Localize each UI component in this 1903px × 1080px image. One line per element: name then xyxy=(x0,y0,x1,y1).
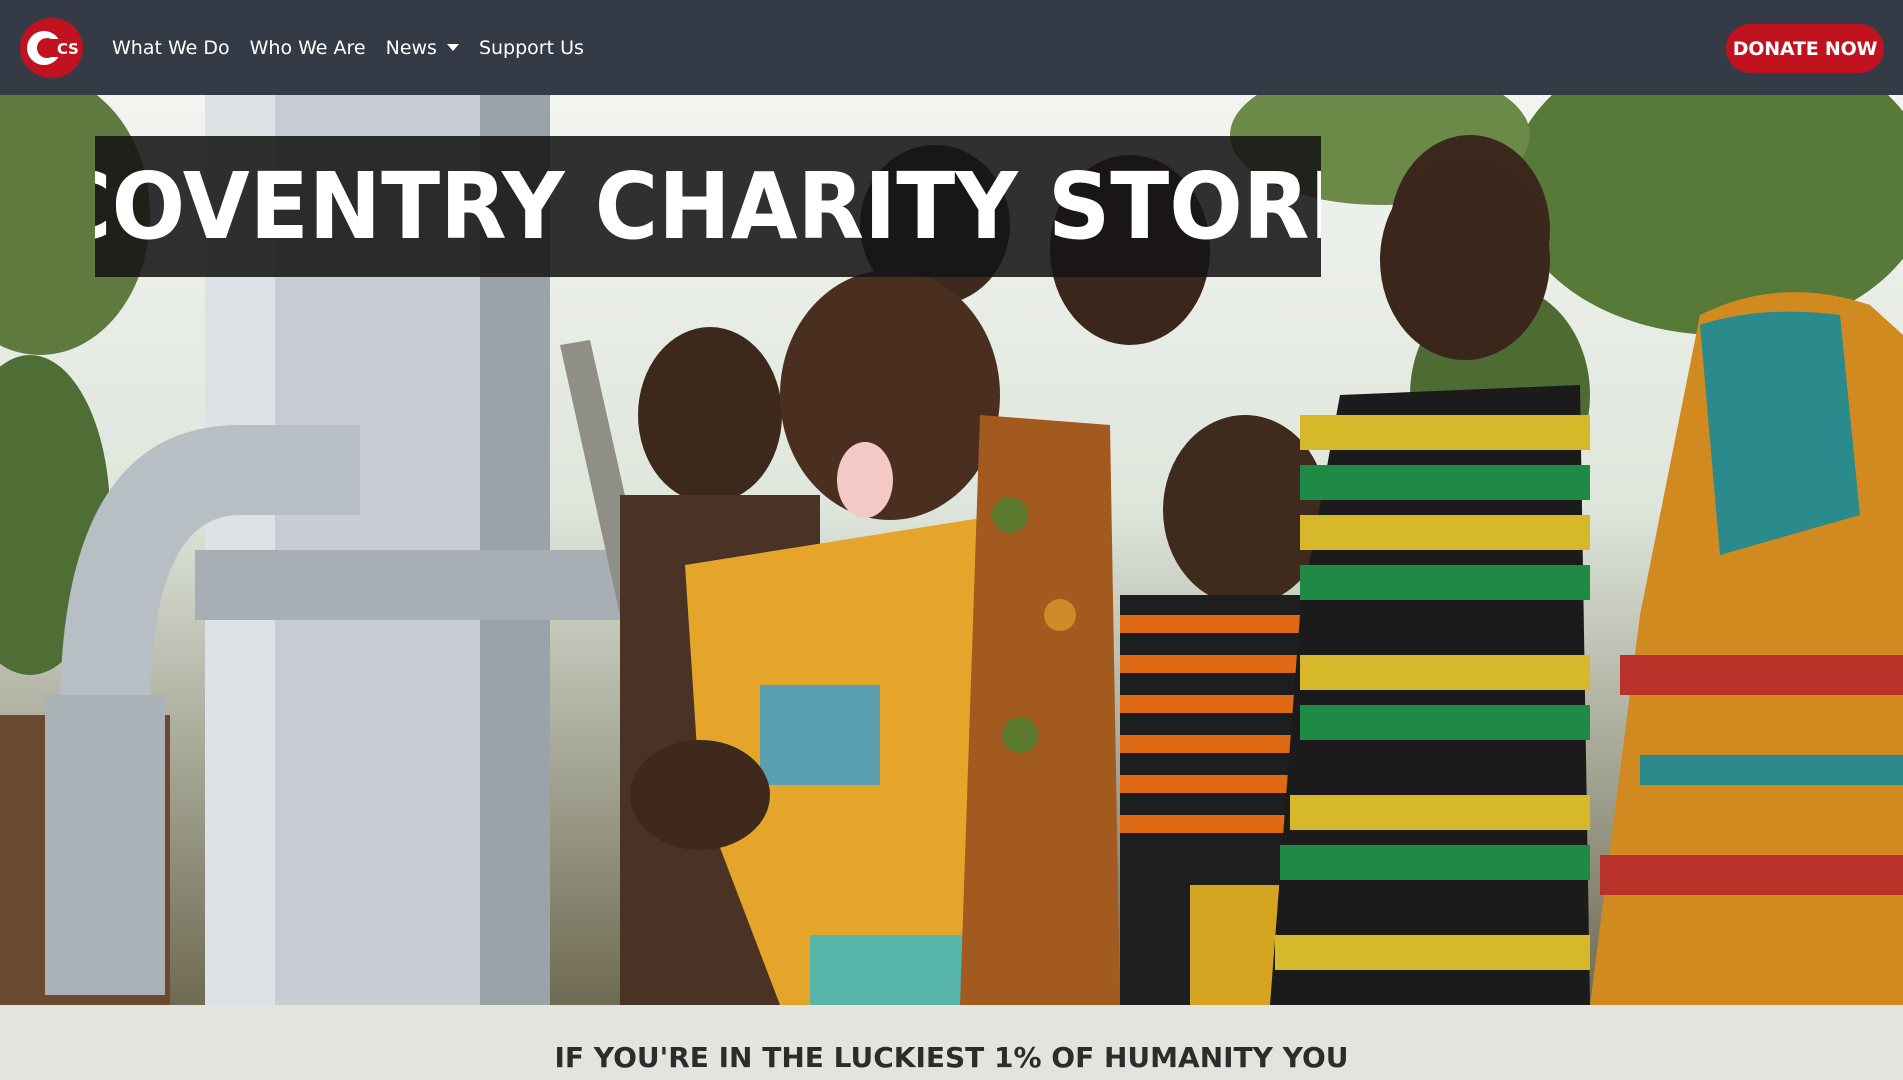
nav-link-who-we-are[interactable]: Who We Are xyxy=(250,37,366,59)
hero-banner: COVENTRY CHARITY STORE xyxy=(0,95,1903,1005)
nav-link-what-we-do[interactable]: What We Do xyxy=(112,37,230,59)
logo-letter-s: S xyxy=(68,40,79,58)
nav-link-label: News xyxy=(385,36,437,59)
hero-title-box: COVENTRY CHARITY STORE xyxy=(95,136,1321,277)
tagline-section: IF YOU'RE IN THE LUCKIEST 1% OF HUMANITY… xyxy=(0,1005,1903,1080)
nav-link-support-us[interactable]: Support Us xyxy=(479,37,584,59)
logo-letter-c: C xyxy=(57,40,68,58)
caret-down-icon xyxy=(446,44,459,51)
nav-link-news-dropdown[interactable]: News xyxy=(386,37,459,59)
nav-link-label: What We Do xyxy=(112,36,230,59)
ccs-logo-icon[interactable]: C S xyxy=(20,18,83,78)
nav-link-label: Who We Are xyxy=(249,36,366,59)
top-navbar: C S What We Do Who We Are News Support U… xyxy=(0,0,1903,95)
nav-link-label: Support Us xyxy=(478,36,584,59)
hero-title: COVENTRY CHARITY STORE xyxy=(95,153,1321,260)
tagline-heading: IF YOU'RE IN THE LUCKIEST 1% OF HUMANITY… xyxy=(554,1041,1349,1074)
donate-now-button[interactable]: DONATE NOW xyxy=(1726,24,1884,73)
nav-links: What We Do Who We Are News Support Us xyxy=(112,0,604,95)
